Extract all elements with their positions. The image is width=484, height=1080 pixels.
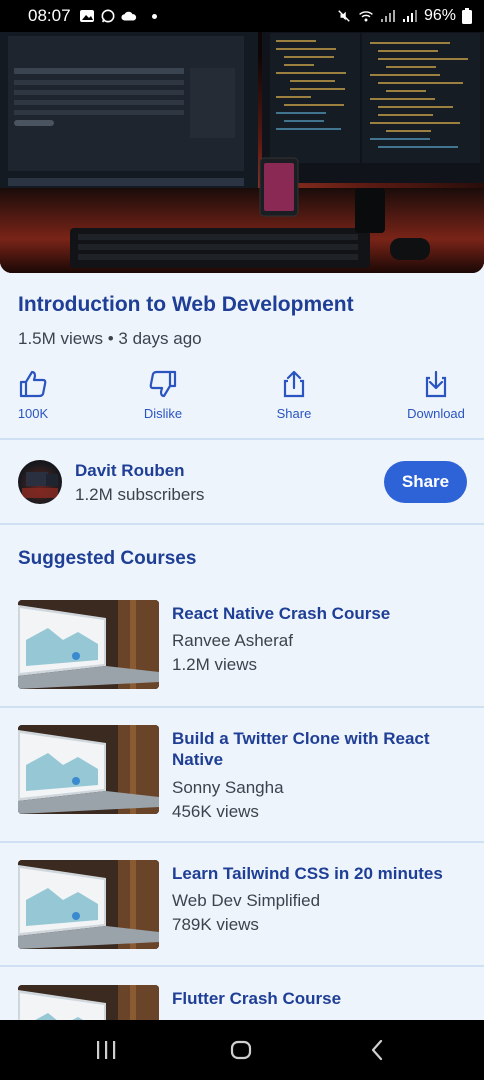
- dot-icon: [151, 13, 157, 19]
- laptop-image: [18, 985, 159, 1020]
- share-label: Share: [276, 406, 312, 421]
- course-author: Sonny Sangha: [172, 778, 284, 797]
- back-icon[interactable]: [366, 1038, 390, 1062]
- divider: [0, 438, 484, 440]
- course-title[interactable]: Build a Twitter Clone with React Native: [172, 728, 444, 770]
- share-action-button[interactable]: Share: [254, 368, 334, 421]
- like-button[interactable]: 100K: [0, 368, 73, 421]
- avatar[interactable]: [18, 460, 62, 504]
- download-icon: [425, 370, 447, 398]
- course-author: Ranvee Asheraf: [172, 631, 293, 650]
- wifi-icon: [359, 11, 373, 22]
- course-item[interactable]: Learn Tailwind CSS in 20 minutes Web Dev…: [0, 860, 484, 970]
- whatsapp-icon: [101, 9, 115, 23]
- channel-subscribers: 1.2M subscribers: [75, 485, 205, 504]
- course-item[interactable]: Flutter Crash Course: [0, 985, 484, 1020]
- divider: [0, 965, 484, 967]
- home-icon[interactable]: [229, 1038, 253, 1062]
- video-thumbnail-image: [0, 28, 484, 273]
- dislike-label: Dislike: [143, 406, 183, 421]
- course-author: Web Dev Simplified: [172, 891, 321, 910]
- status-time: 08:07: [28, 6, 71, 25]
- course-title[interactable]: Flutter Crash Course: [172, 988, 444, 1009]
- divider: [0, 706, 484, 708]
- action-row: 100K Dislike Share Download: [0, 368, 484, 424]
- share-button[interactable]: Share: [384, 461, 467, 503]
- course-thumbnail: [18, 985, 159, 1020]
- mute-icon: [338, 10, 350, 22]
- signal-icon-2: [402, 10, 417, 22]
- course-views: 789K views: [172, 915, 259, 934]
- course-title[interactable]: React Native Crash Course: [172, 603, 444, 624]
- cloud-icon: [120, 11, 136, 21]
- like-count: 100K: [17, 406, 49, 421]
- video-meta: 1.5M views • 3 days ago: [18, 329, 202, 348]
- dislike-button[interactable]: Dislike: [123, 368, 203, 421]
- divider: [0, 523, 484, 525]
- thumbs-up-icon: [19, 370, 47, 398]
- course-views: 1.2M views: [172, 655, 258, 674]
- download-label: Download: [407, 406, 465, 421]
- thumbs-down-icon: [149, 370, 177, 398]
- signal-icon: [380, 10, 395, 22]
- download-button[interactable]: Download: [396, 368, 476, 421]
- section-title: Suggested Courses: [18, 548, 197, 569]
- avatar-image: [22, 472, 58, 498]
- course-item[interactable]: React Native Crash Course Ranvee Asheraf…: [0, 600, 484, 710]
- recent-apps-icon[interactable]: [94, 1038, 118, 1062]
- video-title: Introduction to Web Development: [18, 293, 354, 316]
- laptop-image: [18, 860, 159, 949]
- course-title[interactable]: Learn Tailwind CSS in 20 minutes: [172, 863, 444, 884]
- course-thumbnail: [18, 860, 159, 949]
- status-bar: 08:07 96%: [0, 0, 484, 32]
- battery-icon: [462, 8, 472, 24]
- course-thumbnail: [18, 725, 159, 814]
- battery-percent: 96%: [423, 7, 456, 24]
- course-thumbnail: [18, 600, 159, 689]
- divider: [0, 841, 484, 843]
- channel-row: Davit Rouben 1.2M subscribers Share: [0, 458, 484, 508]
- course-item[interactable]: Build a Twitter Clone with React Native …: [0, 725, 484, 835]
- share-icon: [283, 370, 305, 398]
- laptop-image: [18, 600, 159, 689]
- laptop-image: [18, 725, 159, 814]
- navigation-bar: [0, 1020, 484, 1080]
- course-views: 456K views: [172, 802, 259, 821]
- video-player[interactable]: [0, 28, 484, 273]
- gallery-icon: [79, 10, 94, 22]
- channel-name[interactable]: Davit Rouben: [75, 461, 185, 481]
